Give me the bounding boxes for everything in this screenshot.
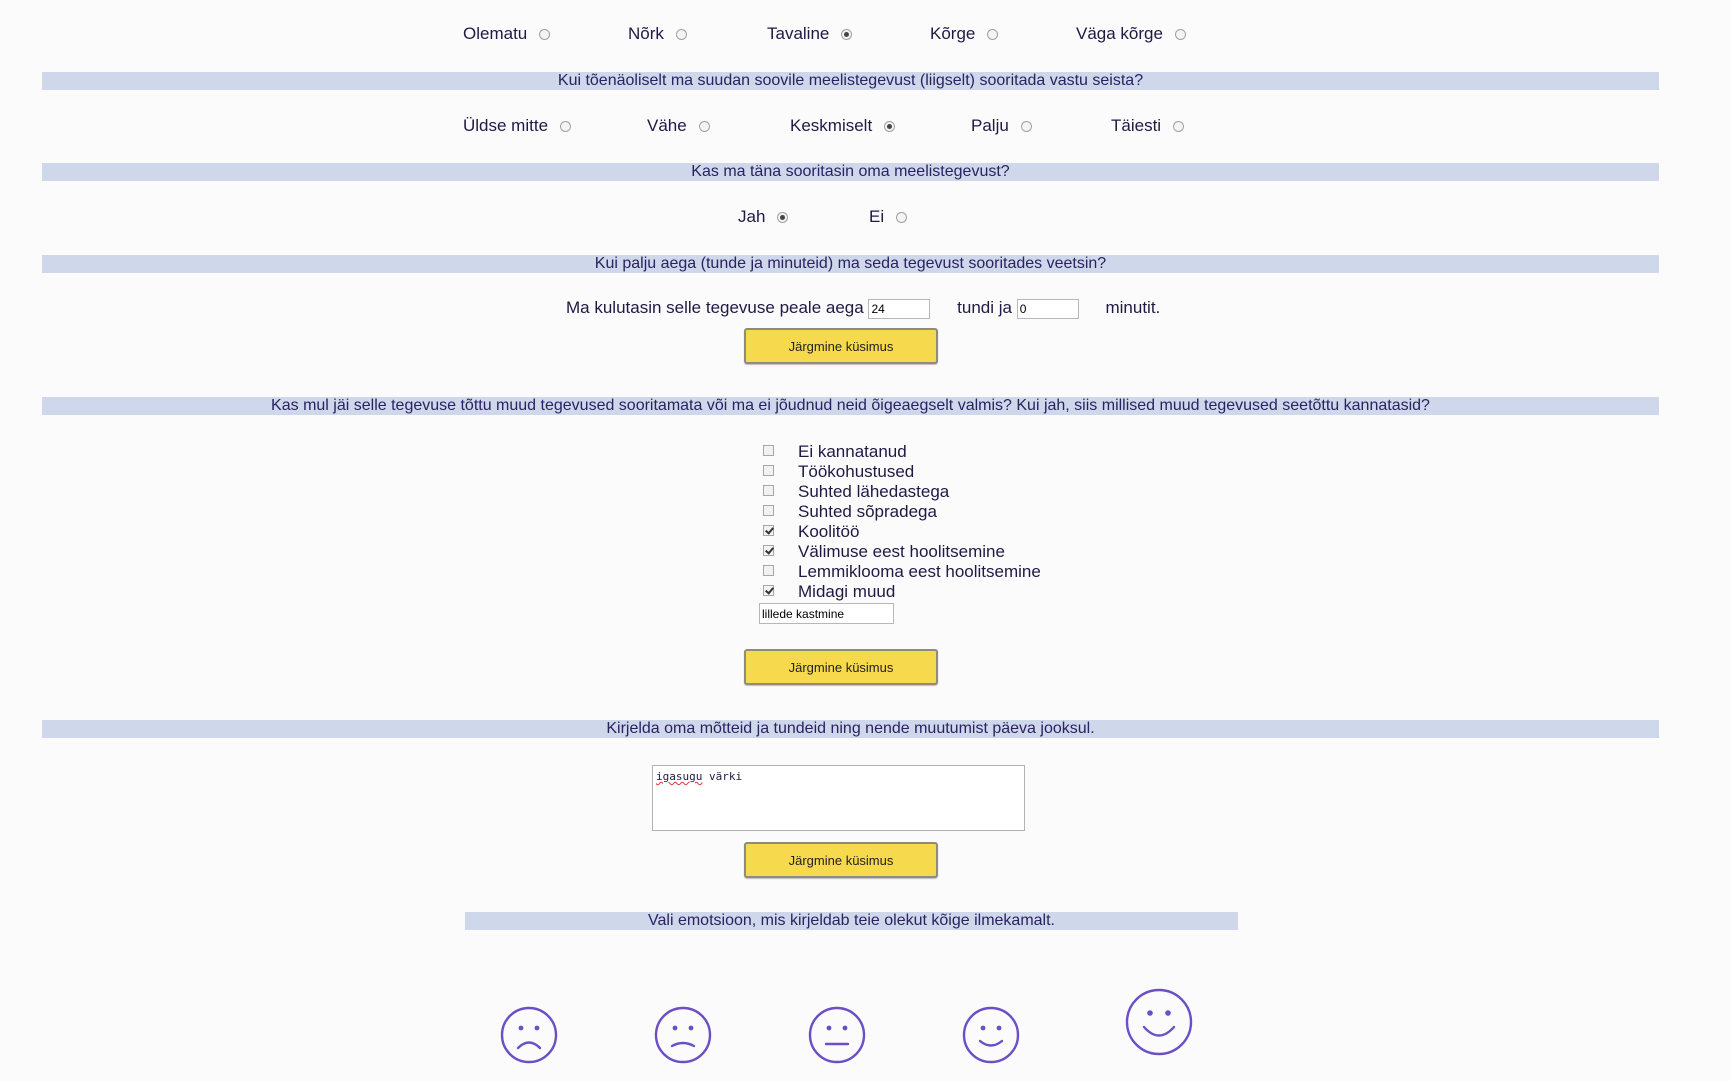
- neutral-face-icon[interactable]: [808, 1004, 866, 1068]
- intensity-option-tavaline[interactable]: Tavaline: [767, 24, 853, 44]
- intensity-radio-group: Olematu Nõrk Tavaline Kõrge Väga kõrge: [0, 24, 1731, 48]
- checkbox-label: Töökohustused: [798, 462, 915, 481]
- intensity-option-vaga-korge[interactable]: Väga kõrge: [1076, 24, 1186, 44]
- time-prefix-label: Ma kulutasin selle tegevuse peale aega: [566, 298, 864, 317]
- checklist-item-suhted-sopradega[interactable]: Suhted sõpradega: [763, 502, 1041, 522]
- resist-option-uldse-mitte[interactable]: Üldse mitte: [463, 116, 572, 136]
- checklist-item-tookohustused[interactable]: Töökohustused: [763, 462, 1041, 482]
- checkbox[interactable]: [763, 465, 774, 476]
- option-label: Üldse mitte: [463, 116, 549, 135]
- checklist-item-valimus[interactable]: Välimuse eest hoolitsemine: [763, 542, 1041, 562]
- question-title-neglected: Kas mul jäi selle tegevuse tõttu muud te…: [42, 397, 1659, 415]
- resist-option-taiesti[interactable]: Täiesti: [1111, 116, 1185, 136]
- option-label: Väga kõrge: [1076, 24, 1163, 43]
- happy-face-icon[interactable]: [962, 1004, 1020, 1068]
- checkbox-label: Suhted lähedastega: [798, 482, 950, 501]
- radio-button[interactable]: [1174, 28, 1186, 40]
- option-label: Täiesti: [1111, 116, 1162, 135]
- very-sad-face-icon[interactable]: [500, 1004, 558, 1068]
- checkbox[interactable]: [763, 445, 774, 456]
- radio-button[interactable]: [884, 120, 896, 132]
- checklist-item-midagi-muud[interactable]: Midagi muud: [763, 582, 1041, 602]
- resist-option-keskmiselt[interactable]: Keskmiselt: [790, 116, 896, 136]
- checkbox[interactable]: [763, 545, 774, 556]
- sad-face-icon[interactable]: [654, 1004, 712, 1068]
- radio-button[interactable]: [777, 211, 789, 223]
- radio-button[interactable]: [987, 28, 999, 40]
- radio-button[interactable]: [896, 211, 908, 223]
- checkbox[interactable]: [763, 585, 774, 596]
- question-title-thoughts: Kirjelda oma mõtteid ja tundeid ning nen…: [42, 720, 1659, 738]
- textarea-text-rest: värki: [702, 770, 743, 783]
- performed-option-jah[interactable]: Jah: [738, 207, 789, 227]
- checklist-item-ei-kannatanud[interactable]: Ei kannatanud: [763, 442, 1041, 462]
- neglected-checklist: Ei kannatanud Töökohustused Suhted lähed…: [763, 442, 1041, 602]
- checkbox-label: Koolitöö: [798, 522, 860, 541]
- minutes-input[interactable]: [1016, 298, 1079, 319]
- checklist-item-lemmikloom[interactable]: Lemmiklooma eest hoolitsemine: [763, 562, 1041, 582]
- question-title-resist: Kui tõenäoliselt ma suudan soovile meeli…: [42, 72, 1659, 90]
- option-label: Jah: [738, 207, 766, 226]
- option-label: Tavaline: [767, 24, 830, 43]
- other-activity-input[interactable]: [759, 603, 894, 624]
- radio-button[interactable]: [1020, 120, 1032, 132]
- checkbox-label: Ei kannatanud: [798, 442, 907, 461]
- radio-button[interactable]: [539, 28, 551, 40]
- radio-button[interactable]: [1173, 120, 1185, 132]
- next-question-button[interactable]: Järgmine küsimus: [744, 842, 938, 878]
- radio-button[interactable]: [560, 120, 572, 132]
- checkbox-label: Midagi muud: [798, 582, 896, 601]
- checklist-item-kooltoo[interactable]: Koolitöö: [763, 522, 1041, 542]
- intensity-option-olematu[interactable]: Olematu: [463, 24, 551, 44]
- checklist-item-suhted-lahedastega[interactable]: Suhted lähedastega: [763, 482, 1041, 502]
- next-question-button[interactable]: Järgmine küsimus: [744, 649, 938, 685]
- performed-radio-group: Jah Ei: [0, 207, 1731, 231]
- minutes-suffix-label: minutit.: [1105, 298, 1161, 317]
- option-label: Vähe: [647, 116, 687, 135]
- intensity-option-korge[interactable]: Kõrge: [930, 24, 999, 44]
- intensity-option-nork[interactable]: Nõrk: [628, 24, 687, 44]
- very-happy-face-icon[interactable]: [1124, 984, 1194, 1060]
- resist-option-palju[interactable]: Palju: [971, 116, 1032, 136]
- next-question-button[interactable]: Järgmine küsimus: [744, 328, 938, 364]
- resist-option-vahe[interactable]: Vähe: [647, 116, 710, 136]
- checkbox-label: Suhted sõpradega: [798, 502, 937, 521]
- checkbox[interactable]: [763, 505, 774, 516]
- option-label: Nõrk: [628, 24, 664, 43]
- performed-option-ei[interactable]: Ei: [869, 207, 908, 227]
- question-title-time: Kui palju aega (tunde ja minuteid) ma se…: [42, 255, 1659, 273]
- hours-suffix-label: tundi ja: [957, 298, 1012, 317]
- radio-button[interactable]: [841, 28, 853, 40]
- checkbox-label: Lemmiklooma eest hoolitsemine: [798, 562, 1041, 581]
- resist-radio-group: Üldse mitte Vähe Keskmiselt Palju Täiest…: [0, 116, 1731, 140]
- option-label: Palju: [971, 116, 1009, 135]
- radio-button[interactable]: [675, 28, 687, 40]
- option-label: Ei: [869, 207, 885, 226]
- textarea-text-word: igasugu: [656, 770, 703, 783]
- checkbox[interactable]: [763, 565, 774, 576]
- hours-input[interactable]: [868, 298, 931, 319]
- question-title-emotion: Vali emotsioon, mis kirjeldab teie oleku…: [465, 912, 1238, 930]
- option-label: Keskmiselt: [790, 116, 873, 135]
- option-label: Kõrge: [930, 24, 976, 43]
- radio-button[interactable]: [698, 120, 710, 132]
- checkbox[interactable]: [763, 525, 774, 536]
- checkbox[interactable]: [763, 485, 774, 496]
- checkbox-label: Välimuse eest hoolitsemine: [798, 542, 1005, 561]
- question-title-performed: Kas ma täna sooritasin oma meelistegevus…: [42, 163, 1659, 181]
- option-label: Olematu: [463, 24, 528, 43]
- time-input-row: Ma kulutasin selle tegevuse peale aega t…: [566, 298, 1160, 319]
- thoughts-textarea[interactable]: igasugu värki: [652, 765, 1025, 831]
